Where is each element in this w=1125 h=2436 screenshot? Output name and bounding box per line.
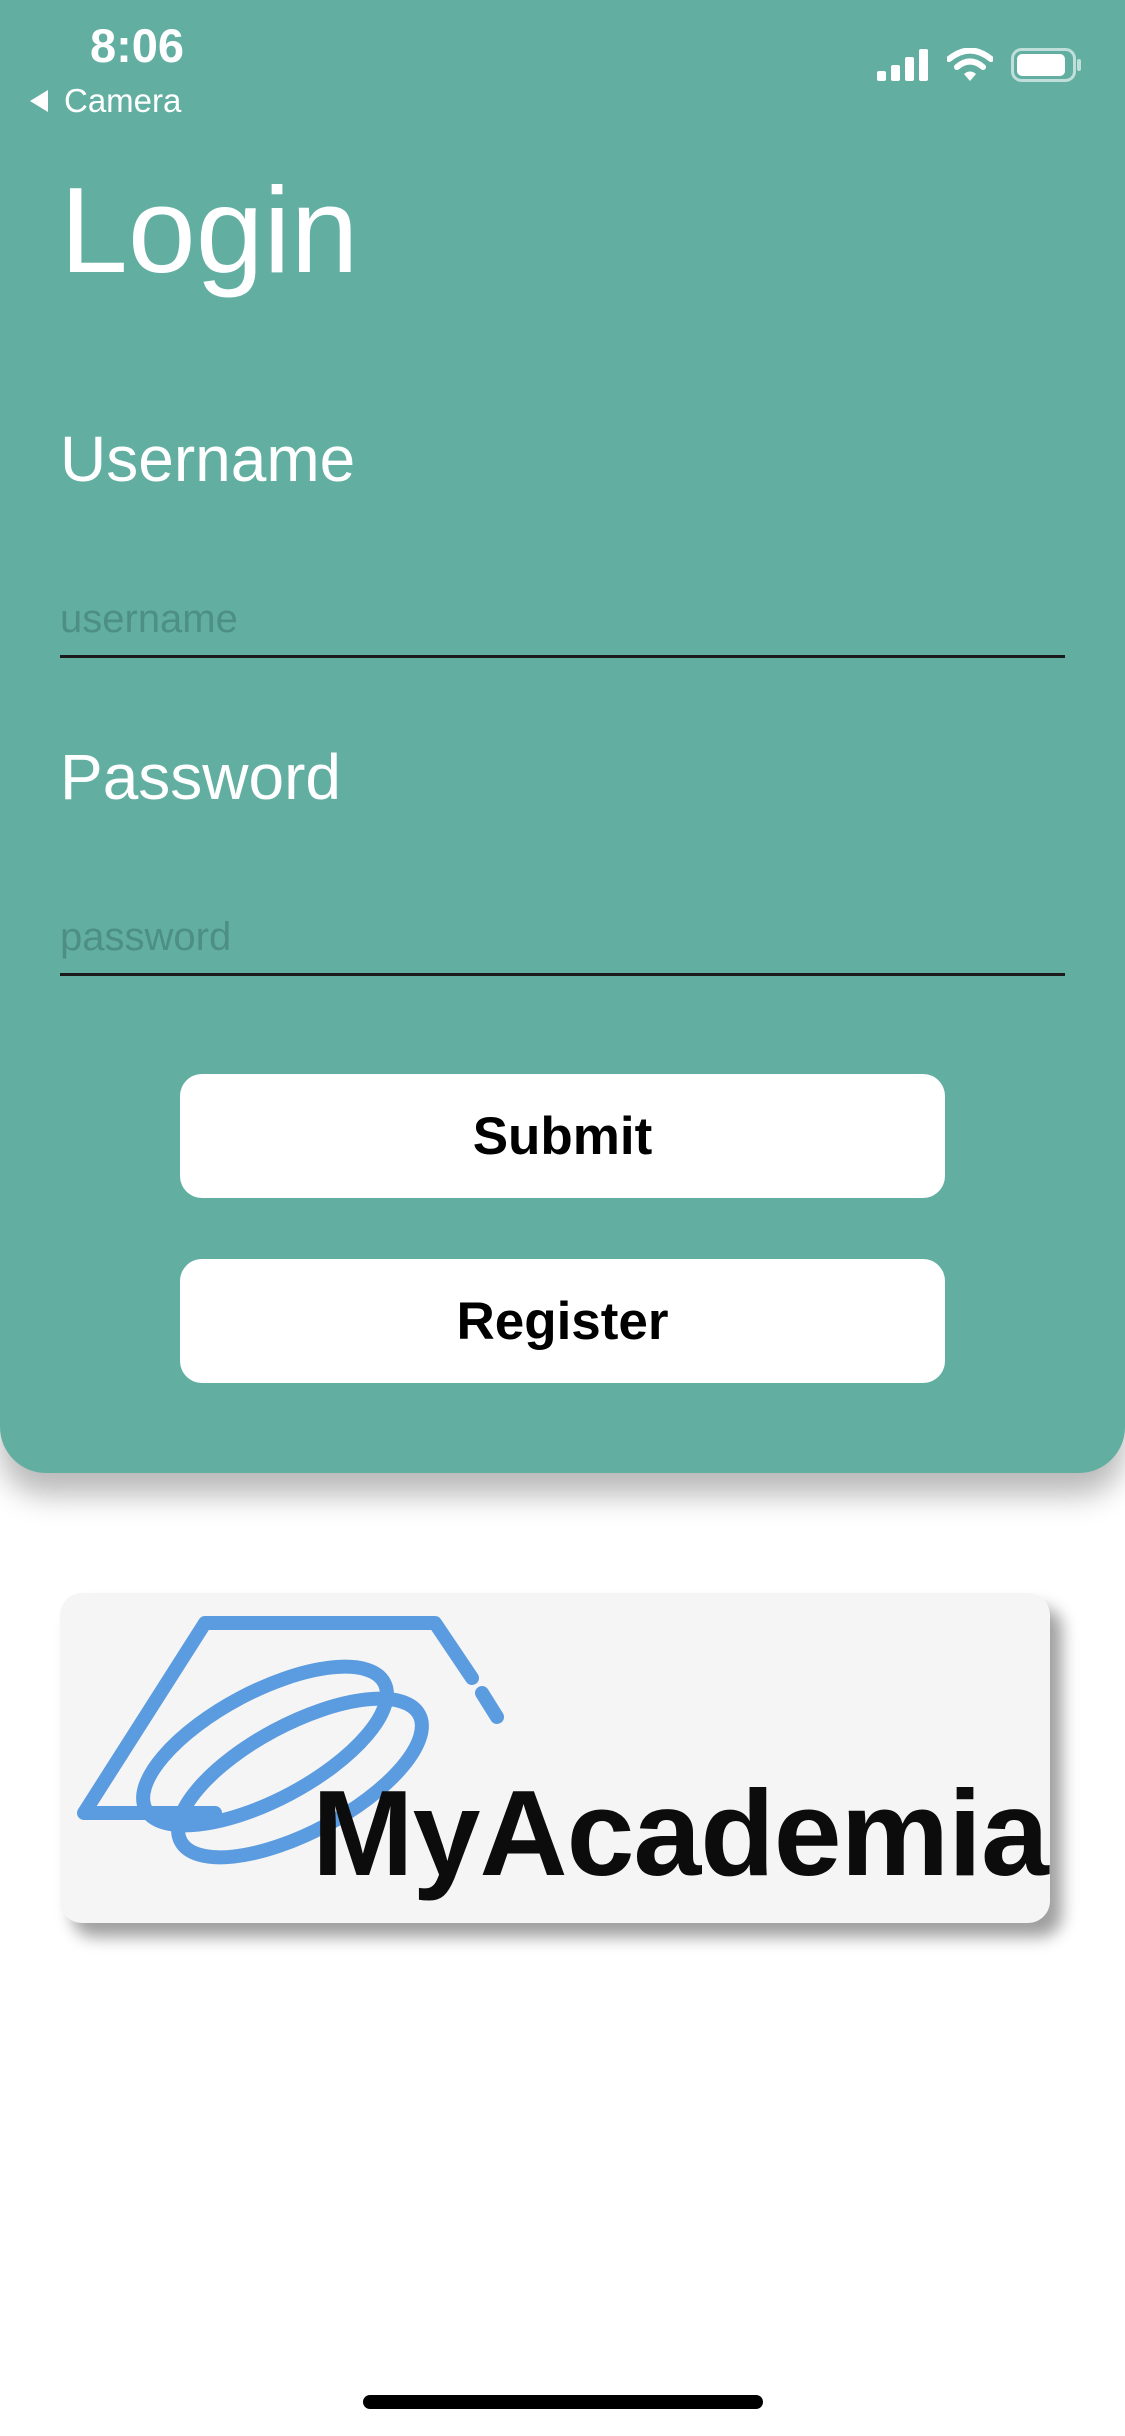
status-time: 8:06 bbox=[90, 19, 185, 72]
back-to-camera-link[interactable]: Camera bbox=[30, 82, 181, 120]
username-label: Username bbox=[60, 423, 356, 495]
wifi-icon bbox=[947, 48, 993, 81]
home-indicator bbox=[363, 2395, 763, 2409]
logo-text: MyAcademia bbox=[312, 1765, 1049, 1901]
login-panel: 8:06 Camera Login Username Password Subm… bbox=[0, 0, 1125, 1473]
back-arrow-icon bbox=[30, 90, 48, 112]
password-input[interactable] bbox=[60, 901, 1065, 976]
cellular-signal-icon bbox=[877, 49, 928, 81]
username-input[interactable] bbox=[60, 583, 1065, 658]
back-label: Camera bbox=[64, 82, 182, 119]
myacademia-logo: MyAcademia bbox=[60, 1593, 1050, 1923]
submit-button[interactable]: Submit bbox=[180, 1074, 945, 1198]
register-button[interactable]: Register bbox=[180, 1259, 945, 1383]
password-label: Password bbox=[60, 741, 341, 813]
status-icons bbox=[877, 48, 1083, 82]
page-title: Login bbox=[60, 162, 359, 298]
battery-icon bbox=[1011, 48, 1081, 82]
